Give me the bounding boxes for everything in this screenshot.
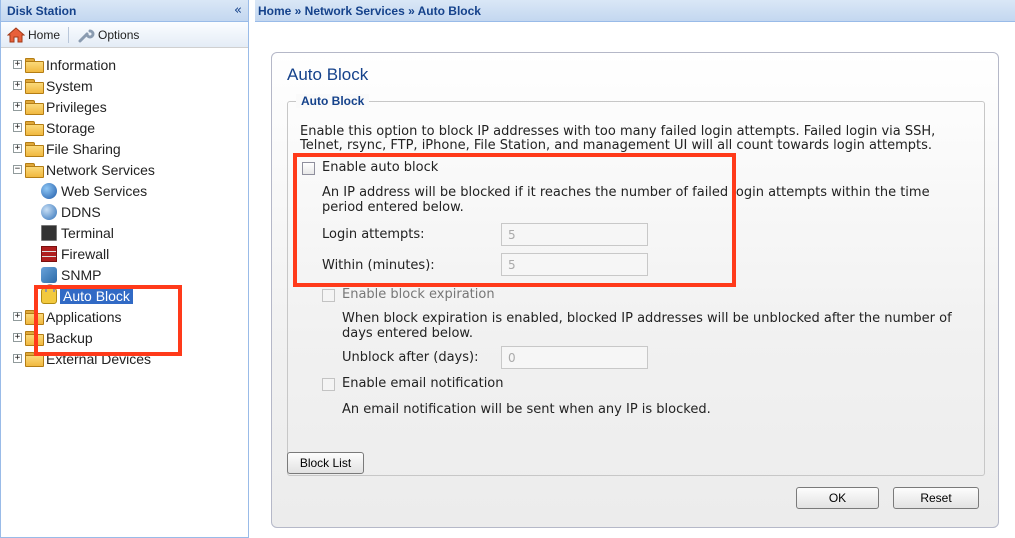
within-minutes-label: Within (minutes): <box>322 258 435 273</box>
tree-item-label: System <box>46 77 93 94</box>
page-title: Auto Block <box>287 65 369 84</box>
fieldset-legend: Auto Block <box>296 94 370 108</box>
globe-icon <box>41 182 57 199</box>
home-label: Home <box>28 27 61 42</box>
unblock-after-label: Unblock after (days): <box>342 350 479 365</box>
description-line-1: Enable this option to block IP addresses… <box>300 124 936 139</box>
expand-icon[interactable]: + <box>13 354 22 363</box>
tree-item-network-services[interactable]: − Network Services <box>1 159 248 180</box>
tree-item-label: Applications <box>46 308 122 325</box>
breadcrumb: Home » Network Services » Auto Block <box>255 0 1015 22</box>
enable-block-expiration-checkbox[interactable] <box>322 289 335 302</box>
unblock-after-input[interactable] <box>501 346 648 369</box>
tree-item-external-devices[interactable]: + External Devices <box>1 348 248 369</box>
tree-item-label: Backup <box>46 329 93 346</box>
toolbar-divider <box>68 26 70 43</box>
tree-item-applications[interactable]: + Applications <box>1 306 248 327</box>
tree-item-label: Network Services <box>46 161 155 178</box>
tree-item-information[interactable]: + Information <box>1 54 248 75</box>
auto-block-panel: Auto Block Auto Block Enable this option… <box>271 52 999 528</box>
folder-icon <box>25 79 44 94</box>
options-button[interactable]: Options <box>77 27 139 43</box>
tree-item-ddns[interactable]: DDNS <box>1 201 248 222</box>
tree-item-backup[interactable]: + Backup <box>1 327 248 348</box>
tree-item-web-services[interactable]: Web Services <box>1 180 248 201</box>
tree-item-label: Storage <box>46 119 96 136</box>
expand-icon[interactable]: + <box>13 60 22 69</box>
collapse-icon[interactable]: « <box>234 3 242 18</box>
expand-icon[interactable]: + <box>13 144 22 153</box>
expiration-help-line-2: days entered below. <box>342 326 473 341</box>
auto-block-help-line-1: An IP address will be blocked if it reac… <box>322 185 930 200</box>
sidebar-header: Disk Station « <box>1 0 248 22</box>
login-attempts-label: Login attempts: <box>322 227 425 242</box>
tree-item-privileges[interactable]: + Privileges <box>1 96 248 117</box>
within-minutes-input[interactable] <box>501 253 648 276</box>
tree-item-system[interactable]: + System <box>1 75 248 96</box>
ok-button[interactable]: OK <box>796 487 879 509</box>
expand-icon[interactable]: + <box>13 81 22 90</box>
tree-item-auto-block[interactable]: Auto Block <box>1 283 248 306</box>
nav-tree: + Information + System + Privileges + Storag… <box>1 48 248 369</box>
lock-icon <box>41 283 57 304</box>
home-icon <box>7 26 25 42</box>
firewall-icon <box>41 245 57 262</box>
tree-item-label: Terminal <box>61 224 114 241</box>
folder-icon <box>25 352 44 367</box>
description-line-2: Telnet, rsync, FTP, iPhone, File Station… <box>300 138 933 153</box>
expand-icon[interactable]: + <box>13 102 22 111</box>
folder-icon <box>25 121 44 136</box>
login-attempts-input[interactable] <box>501 223 648 246</box>
snmp-icon <box>41 266 57 283</box>
tree-item-label: Firewall <box>61 245 110 262</box>
expand-icon[interactable]: + <box>13 333 22 342</box>
tree-item-label: Web Services <box>61 182 148 199</box>
folder-icon <box>25 58 44 73</box>
tree-item-firewall[interactable]: Firewall <box>1 243 248 264</box>
expand-icon[interactable]: + <box>13 312 22 321</box>
tree-item-file-sharing[interactable]: + File Sharing <box>1 138 248 159</box>
main-content: Home » Network Services » Auto Block Aut… <box>255 0 1015 538</box>
enable-block-expiration-label[interactable]: Enable block expiration <box>342 288 495 302</box>
tree-item-terminal[interactable]: Terminal <box>1 222 248 243</box>
tree-item-label: Privileges <box>46 98 107 115</box>
home-button[interactable]: Home <box>7 26 61 43</box>
tree-item-label: DDNS <box>61 203 101 220</box>
email-help: An email notification will be sent when … <box>342 402 711 417</box>
enable-email-checkbox[interactable] <box>322 378 335 391</box>
tree-item-label: Auto Block <box>60 287 133 304</box>
folder-icon <box>25 331 44 346</box>
terminal-icon <box>41 224 57 241</box>
sidebar: Disk Station « Home Options + Information… <box>0 0 249 538</box>
ddns-icon <box>41 203 57 220</box>
sidebar-toolbar: Home Options <box>1 22 248 48</box>
tree-item-storage[interactable]: + Storage <box>1 117 248 138</box>
folder-icon <box>25 310 44 325</box>
tree-item-label: External Devices <box>46 350 152 367</box>
enable-auto-block-label[interactable]: Enable auto block <box>322 161 438 175</box>
expand-icon[interactable]: + <box>13 123 22 132</box>
block-list-button[interactable]: Block List <box>287 452 364 474</box>
tree-item-label: File Sharing <box>46 140 121 157</box>
auto-block-help-line-2: period entered below. <box>322 200 464 215</box>
tree-item-snmp[interactable]: SNMP <box>1 264 248 285</box>
reset-button[interactable]: Reset <box>893 487 979 509</box>
options-label: Options <box>98 27 140 42</box>
folder-icon <box>25 142 44 157</box>
collapse-node-icon[interactable]: − <box>13 165 22 174</box>
expiration-help-line-1: When block expiration is enabled, blocke… <box>342 311 952 326</box>
auto-block-fieldset: Auto Block Enable this option to block I… <box>287 94 985 476</box>
tree-item-label: SNMP <box>61 266 102 283</box>
tree-item-label: Information <box>46 56 117 73</box>
folder-icon <box>25 100 44 115</box>
enable-auto-block-checkbox[interactable] <box>302 162 315 175</box>
wrench-icon <box>78 29 95 42</box>
sidebar-title: Disk Station <box>7 3 77 18</box>
enable-email-label[interactable]: Enable email notification <box>342 377 504 391</box>
open-folder-icon <box>25 163 44 178</box>
